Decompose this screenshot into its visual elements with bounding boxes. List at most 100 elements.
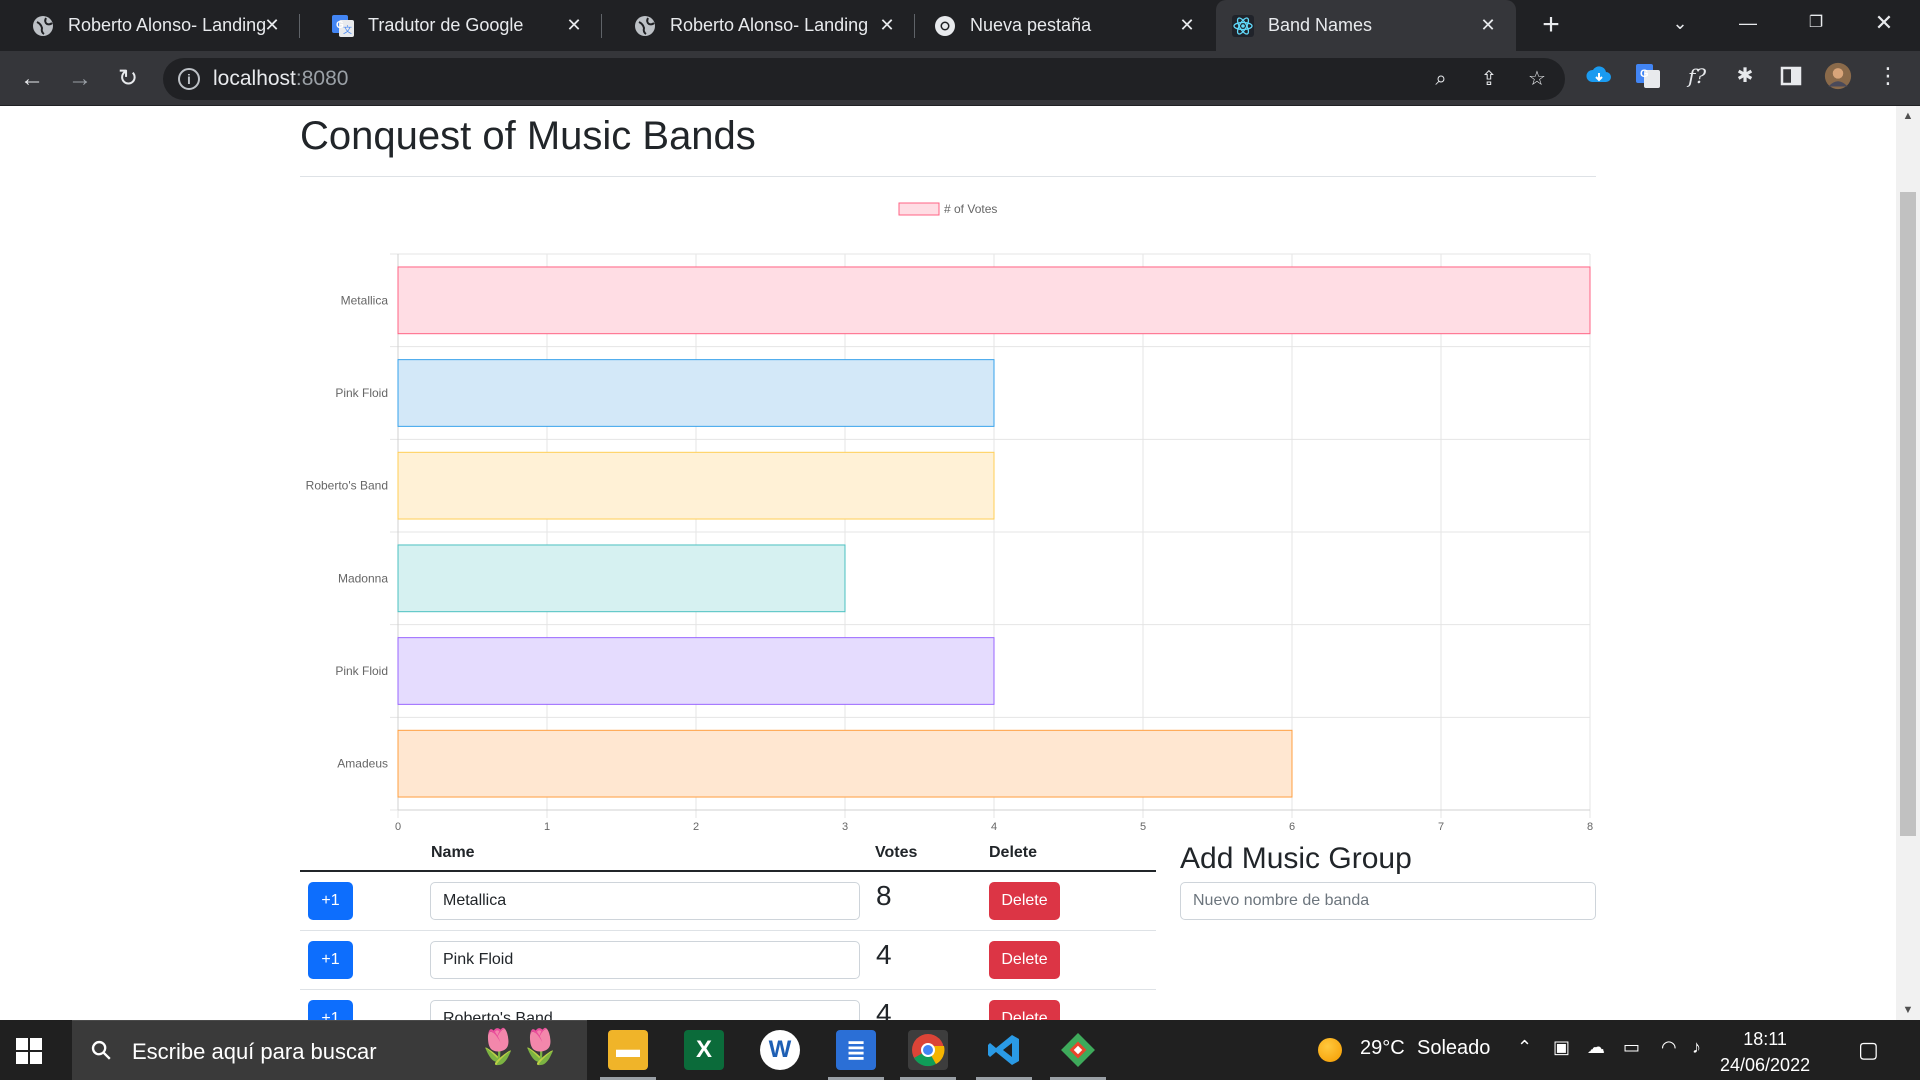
- tab-band-names[interactable]: Band Names ✕: [1216, 0, 1516, 51]
- y-tick-label: Amadeus: [337, 757, 388, 771]
- show-hidden-icons-icon[interactable]: ⌃: [1517, 1037, 1532, 1058]
- header-name: Name: [431, 844, 475, 861]
- zoom-icon[interactable]: ⌕: [1429, 67, 1453, 91]
- google-translate-extension-icon[interactable]: G: [1634, 62, 1662, 90]
- vscode-icon[interactable]: [976, 1030, 1032, 1080]
- react-icon: [1232, 14, 1254, 37]
- weather-temp[interactable]: 29°C: [1360, 1037, 1405, 1060]
- scroll-up-icon[interactable]: ▲: [1896, 106, 1920, 126]
- clock-time: 18:11: [1743, 1029, 1787, 1049]
- legend-label: # of Votes: [944, 202, 997, 216]
- share-icon[interactable]: ⇪: [1477, 67, 1501, 91]
- tab-title: Nueva pestaña: [970, 15, 1092, 35]
- bar[interactable]: [397, 544, 846, 613]
- close-tab-icon[interactable]: ✕: [875, 13, 899, 37]
- page-title: Conquest of Music Bands: [300, 114, 756, 158]
- page-scrollbar[interactable]: ▲ ▼: [1896, 106, 1920, 1020]
- globe-icon: [32, 15, 54, 37]
- volume-icon[interactable]: ♪: [1692, 1037, 1701, 1058]
- y-axis-labels: Metallica Pink Floid Roberto's Band Madonna…: [306, 293, 389, 770]
- bar[interactable]: [397, 359, 995, 427]
- system-clock[interactable]: 18:11 24/06/2022: [1720, 1026, 1810, 1078]
- bar[interactable]: [397, 637, 995, 705]
- meet-now-icon[interactable]: ▣: [1553, 1037, 1570, 1058]
- new-band-input[interactable]: [1180, 882, 1596, 920]
- battery-icon[interactable]: ▭: [1623, 1037, 1640, 1058]
- vote-button[interactable]: +1: [308, 1000, 353, 1020]
- tab-title: Tradutor de Google: [368, 15, 524, 35]
- tab-title: Roberto Alonso- Landing: [68, 15, 267, 35]
- scroll-down-icon[interactable]: ▼: [1896, 1000, 1920, 1020]
- vote-count: 8: [876, 880, 892, 911]
- weather-sun-icon[interactable]: [1318, 1038, 1342, 1062]
- x-tick-label: 4: [991, 821, 997, 833]
- tulips-decoration-icon: 🌷🌷: [477, 1028, 562, 1066]
- scrollbar-thumb[interactable]: [1900, 192, 1916, 836]
- wifi-icon[interactable]: ◠: [1661, 1037, 1677, 1058]
- band-name-input[interactable]: [430, 941, 860, 979]
- band-name-input[interactable]: [430, 1000, 860, 1020]
- bookmark-star-icon[interactable]: ☆: [1525, 67, 1549, 91]
- votes-bar-chart: # of Votes Metallica Pink Floid Roberto's …: [306, 202, 1593, 833]
- minimize-icon[interactable]: —: [1728, 8, 1768, 38]
- close-tab-icon[interactable]: ✕: [1175, 13, 1199, 37]
- windows-taskbar: ⚲ Escribe aquí para buscar 🌷🌷 ▬ X W ≣ 29…: [0, 1020, 1920, 1080]
- header-delete: Delete: [989, 844, 1038, 861]
- close-tab-icon[interactable]: ✕: [1476, 13, 1500, 37]
- tab-roberto-landing-2[interactable]: Roberto Alonso- Landing ✕: [602, 0, 915, 51]
- band-name-input[interactable]: [430, 882, 860, 920]
- notifications-icon[interactable]: ▢: [1858, 1037, 1879, 1063]
- legend-swatch: [898, 202, 940, 216]
- windows-start-icon[interactable]: [16, 1038, 42, 1064]
- page-viewport: Conquest of Music Bands # of Votes Metal…: [0, 106, 1920, 1020]
- x-tick-label: 0: [395, 821, 401, 833]
- side-panel-icon[interactable]: [1777, 62, 1805, 90]
- document-icon[interactable]: ≣: [828, 1030, 884, 1080]
- bar[interactable]: [397, 266, 1591, 335]
- file-explorer-icon[interactable]: ▬: [600, 1030, 656, 1080]
- y-tick-label: Pink Floid: [335, 664, 388, 678]
- back-icon[interactable]: ←: [16, 63, 48, 95]
- y-tick-label: Pink Floid: [335, 386, 388, 400]
- svg-text:文: 文: [343, 24, 352, 35]
- extensions-puzzle-icon[interactable]: ✱: [1731, 62, 1759, 90]
- forward-icon[interactable]: →: [64, 63, 96, 95]
- reload-icon[interactable]: ↻: [112, 63, 144, 95]
- site-info-icon[interactable]: i: [178, 68, 200, 90]
- excel-icon[interactable]: X: [684, 1030, 724, 1070]
- bar[interactable]: [397, 451, 995, 520]
- delete-button[interactable]: Delete: [989, 882, 1060, 920]
- onedrive-cloud-icon[interactable]: ☁: [1587, 1037, 1605, 1058]
- vote-count: 4: [876, 939, 892, 970]
- bar[interactable]: [397, 729, 1293, 798]
- close-tab-icon[interactable]: ✕: [260, 13, 284, 37]
- table-row: +1 8 Delete: [300, 872, 1156, 931]
- cloud-download-icon[interactable]: [1585, 62, 1613, 90]
- url-text[interactable]: localhost:8080: [213, 67, 348, 91]
- close-window-icon[interactable]: ✕: [1864, 8, 1904, 38]
- tab-roberto-landing-1[interactable]: Roberto Alonso- Landing ✕: [0, 0, 300, 51]
- x-tick-label: 3: [842, 821, 848, 833]
- close-tab-icon[interactable]: ✕: [562, 13, 586, 37]
- delete-button[interactable]: Delete: [989, 941, 1060, 979]
- vote-button[interactable]: +1: [308, 941, 353, 979]
- avatar[interactable]: [1824, 62, 1852, 90]
- tab-google-translate[interactable]: G文 Tradutor de Google ✕: [300, 0, 602, 51]
- tab-search-icon[interactable]: ⌄: [1660, 8, 1700, 38]
- y-tick-label: Roberto's Band: [306, 479, 388, 493]
- delete-button[interactable]: Delete: [989, 1000, 1060, 1020]
- chrome-taskbar-icon[interactable]: [900, 1030, 956, 1080]
- gitkraken-icon[interactable]: [1050, 1030, 1106, 1080]
- taskbar-search-box[interactable]: ⚲ Escribe aquí para buscar 🌷🌷: [72, 1020, 587, 1080]
- restore-icon[interactable]: ❐: [1796, 8, 1836, 38]
- vote-button[interactable]: +1: [308, 882, 353, 920]
- weather-desc[interactable]: Soleado: [1417, 1037, 1490, 1060]
- new-tab-button[interactable]: +: [1535, 10, 1567, 42]
- chart-legend[interactable]: # of Votes: [898, 202, 997, 216]
- menu-kebab-icon[interactable]: ⋮: [1874, 62, 1902, 90]
- address-bar[interactable]: i localhost:8080 ⌕ ⇪ ☆: [163, 58, 1565, 100]
- tab-title: Band Names: [1268, 15, 1373, 35]
- tab-nueva-pestana[interactable]: Nueva pestaña ✕: [902, 0, 1215, 51]
- formula-extension-icon[interactable]: f?: [1683, 62, 1711, 90]
- word-online-icon[interactable]: W: [760, 1030, 800, 1070]
